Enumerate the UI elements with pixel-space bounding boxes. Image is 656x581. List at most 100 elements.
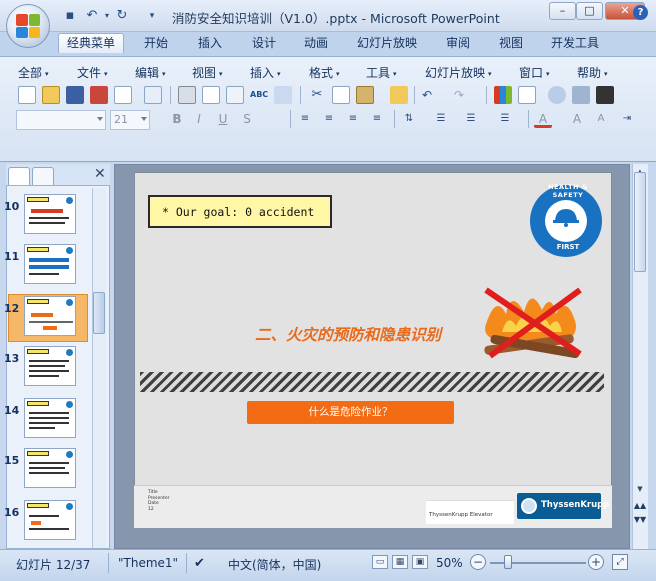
slide-thumbnail[interactable]	[24, 448, 76, 488]
justify-icon[interactable]: ≡	[368, 110, 386, 128]
language-indicator[interactable]: 中文(简体，中国)	[228, 556, 321, 573]
menu-help[interactable]: 帮助 ▾	[577, 64, 608, 81]
open-folder-icon[interactable]	[42, 86, 60, 104]
customize-quick-access-icon[interactable]: ▾	[144, 8, 160, 24]
menu-tools[interactable]: 工具 ▾	[366, 64, 397, 81]
slide-thumbnail[interactable]	[24, 244, 76, 284]
email-icon[interactable]	[114, 86, 132, 104]
clip-art-icon[interactable]	[548, 86, 566, 104]
format-painter-icon[interactable]	[390, 86, 408, 104]
slides-pane-scrollbar[interactable]	[92, 188, 106, 548]
copy-icon[interactable]	[332, 86, 350, 104]
paste-icon[interactable]	[356, 86, 374, 104]
tab-developer[interactable]: 开发工具	[543, 34, 607, 54]
menu-edit[interactable]: 编辑 ▾	[135, 64, 166, 81]
color-view-icon[interactable]	[596, 86, 614, 104]
font-family-combo[interactable]	[16, 110, 106, 130]
tab-outline[interactable]	[32, 167, 54, 185]
zoom-in-button[interactable]: +	[588, 554, 604, 570]
maximize-button[interactable]: □	[576, 2, 603, 20]
menu-file[interactable]: 文件 ▾	[77, 64, 108, 81]
vertical-scroll-thumb[interactable]	[634, 172, 646, 272]
slide-thumbnail[interactable]	[24, 398, 76, 438]
tab-classic-menu[interactable]: 经典菜单	[58, 33, 125, 53]
tab-design[interactable]: 设计	[244, 34, 284, 54]
bullets-icon[interactable]: ☰	[496, 110, 514, 128]
minimize-button[interactable]: –	[549, 2, 576, 20]
thesaurus-icon[interactable]	[274, 86, 292, 104]
undo-toolbar-icon[interactable]: ↶	[418, 86, 436, 104]
menu-all[interactable]: 全部 ▾	[18, 64, 49, 81]
normal-view-icon[interactable]: ▭	[372, 555, 388, 569]
menu-slideshow[interactable]: 幻灯片放映 ▾	[425, 64, 492, 81]
tab-slideshow[interactable]: 幻灯片放映	[349, 34, 425, 54]
help-icon[interactable]: ?	[633, 5, 648, 20]
preview-icon[interactable]	[202, 86, 220, 104]
italic-button[interactable]: I	[190, 110, 208, 128]
slide-sorter-view-icon[interactable]: ▦	[392, 555, 408, 569]
what-is-hazardous-work-button[interactable]: 什么是危险作业？	[247, 401, 454, 424]
thumb-text-line	[29, 467, 65, 469]
undo-icon[interactable]: ↶	[84, 8, 100, 24]
grayscale-icon[interactable]	[572, 86, 590, 104]
print-preview-icon[interactable]	[144, 86, 162, 104]
insert-chart-icon[interactable]	[494, 86, 512, 104]
save-icon[interactable]	[66, 86, 84, 104]
slide-thumbnail[interactable]	[24, 194, 76, 234]
menu-view[interactable]: 视图 ▾	[192, 64, 223, 81]
underline-button[interactable]: U	[214, 110, 232, 128]
print-icon[interactable]	[178, 86, 196, 104]
insert-table-icon[interactable]	[518, 86, 536, 104]
slide-number: 11	[4, 250, 20, 263]
next-slide-icon[interactable]: ▼▼	[633, 514, 647, 526]
slides-pane-scroll-thumb[interactable]	[93, 292, 105, 334]
previous-slide-icon[interactable]: ▲▲	[633, 500, 647, 512]
slide-thumbnail[interactable]	[24, 500, 76, 540]
office-button[interactable]	[6, 4, 50, 48]
cut-icon[interactable]: ✂	[308, 86, 326, 104]
menu-window[interactable]: 窗口 ▾	[519, 64, 550, 81]
save-icon[interactable]: ▪	[62, 8, 78, 24]
slide-thumbnail[interactable]	[24, 346, 76, 386]
slide-thumbnail-selected[interactable]	[24, 296, 76, 336]
font-effects-icon[interactable]	[262, 110, 280, 128]
scroll-down-icon[interactable]: ▼	[634, 483, 646, 495]
numbering-icon[interactable]: ☰	[462, 110, 480, 128]
bold-button[interactable]: B	[168, 110, 186, 128]
align-left-icon[interactable]: ≡	[296, 110, 314, 128]
close-icon[interactable]: ✕	[94, 166, 106, 182]
decrease-font-icon[interactable]: A	[592, 110, 610, 128]
align-right-icon[interactable]: ≡	[344, 110, 362, 128]
spelling-check-icon[interactable]: ✔	[194, 556, 205, 571]
tab-insert[interactable]: 插入	[190, 34, 230, 54]
line-spacing-icon[interactable]: ☰	[432, 110, 450, 128]
zoom-out-button[interactable]: −	[470, 554, 486, 570]
undo-dropdown-icon[interactable]: ▾	[99, 8, 115, 24]
slideshow-view-icon[interactable]: ▣	[412, 555, 428, 569]
research-icon[interactable]	[226, 86, 244, 104]
tab-review[interactable]: 审阅	[438, 34, 478, 54]
zoom-slider-thumb[interactable]	[504, 555, 512, 569]
spelling-icon[interactable]: ABC	[250, 86, 268, 104]
increase-font-icon[interactable]: A	[568, 110, 586, 128]
redo-icon[interactable]: ↻	[114, 8, 130, 24]
indent-icon[interactable]: ⇥	[618, 110, 636, 128]
menu-insert[interactable]: 插入 ▾	[250, 64, 281, 81]
align-center-icon[interactable]: ≡	[320, 110, 338, 128]
new-document-icon[interactable]	[18, 86, 36, 104]
theme-name[interactable]: "Theme1"	[118, 556, 178, 570]
tab-home[interactable]: 开始	[136, 34, 176, 54]
shadow-button[interactable]: S	[238, 110, 256, 128]
goal-textbox[interactable]: * Our goal: 0 accident	[148, 195, 332, 228]
tab-view[interactable]: 视图	[491, 34, 531, 54]
permission-icon[interactable]	[90, 86, 108, 104]
font-color-button[interactable]: A	[534, 110, 552, 128]
tab-animation[interactable]: 动画	[296, 34, 336, 54]
section-title[interactable]: 二、火灾的预防和隐患识别	[255, 323, 441, 345]
zoom-level[interactable]: 50%	[436, 556, 463, 570]
fit-to-window-icon[interactable]: ⤢	[612, 554, 628, 570]
text-direction-icon[interactable]: ⇅	[400, 110, 418, 128]
font-size-combo[interactable]: 21	[110, 110, 150, 130]
tab-slides[interactable]	[8, 167, 30, 185]
menu-format[interactable]: 格式 ▾	[309, 64, 340, 81]
